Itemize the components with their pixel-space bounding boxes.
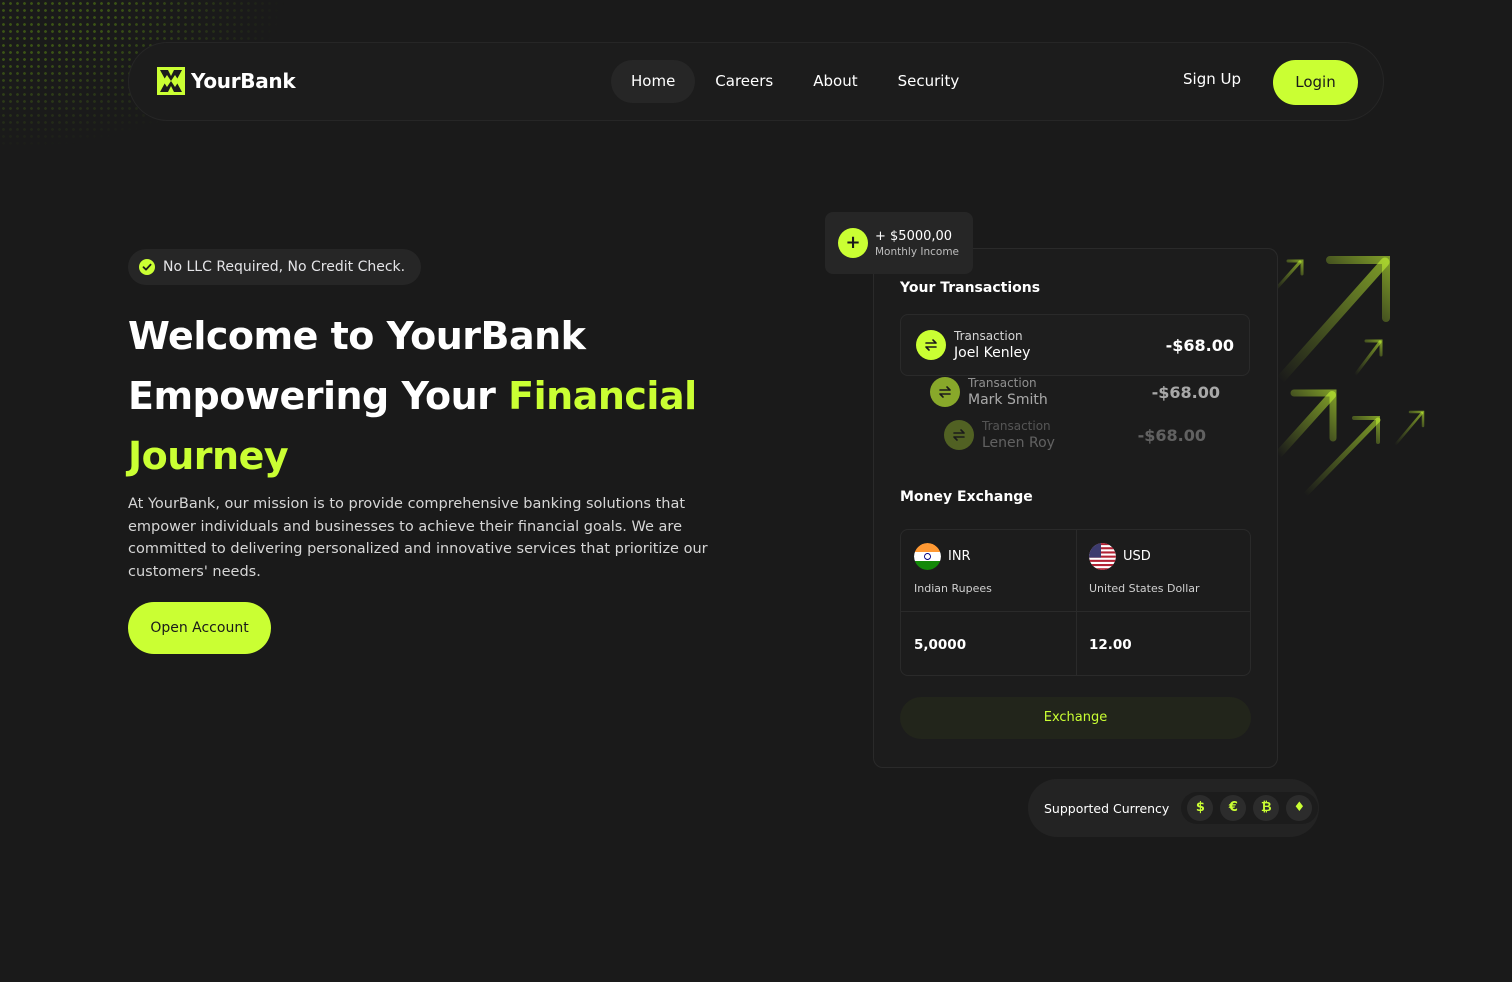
from-currency-code: INR: [948, 549, 971, 564]
supported-currency-pill: Supported Currency $ € ₿ ♦: [1028, 779, 1319, 837]
usa-flag-icon: [1089, 543, 1116, 570]
from-currency-name: Indian Rupees: [914, 582, 992, 595]
navbar: YourBank Home Careers About Security Sig…: [128, 42, 1384, 121]
income-amount: + $5000,00: [875, 228, 953, 244]
sign-up-link[interactable]: Sign Up: [1183, 70, 1241, 88]
transaction-item[interactable]: Transaction Joel Kenley -$68.00: [900, 314, 1250, 376]
ethereum-icon: ♦: [1286, 795, 1313, 821]
money-exchange-title: Money Exchange: [900, 489, 1033, 505]
yourbank-logo-icon: [157, 67, 185, 95]
nav-links: Home Careers About Security: [611, 60, 979, 103]
page: YourBank Home Careers About Security Sig…: [0, 0, 1512, 982]
logo-text: YourBank: [191, 69, 296, 93]
transaction-label: Transaction: [982, 419, 1051, 433]
currency-icons: $ € ₿ ♦: [1181, 792, 1319, 824]
transaction-amount: -$68.00: [1151, 382, 1220, 402]
transaction-label: Transaction: [968, 376, 1037, 390]
transactions-title: Your Transactions: [900, 280, 1041, 296]
plus-icon: +: [838, 228, 868, 258]
transaction-amount: -$68.00: [1165, 335, 1234, 355]
nav-about[interactable]: About: [793, 60, 877, 103]
hero-title-line1: Welcome to YourBank: [128, 314, 586, 358]
hero-title-line3: Journey: [128, 434, 289, 478]
to-currency-name: United States Dollar: [1089, 582, 1200, 595]
dollar-icon: $: [1187, 795, 1214, 821]
exchange-button[interactable]: Exchange: [900, 697, 1251, 739]
nav-security[interactable]: Security: [878, 60, 980, 103]
monthly-income-card: + + $5000,00 Monthly Income: [825, 212, 973, 274]
to-currency-code: USD: [1123, 549, 1151, 564]
logo[interactable]: YourBank: [157, 67, 296, 95]
nav-home[interactable]: Home: [611, 60, 696, 103]
hero-description: At YourBank, our mission is to provide c…: [128, 496, 708, 580]
divider: [901, 611, 1250, 612]
hero-badge: No LLC Required, No Credit Check.: [128, 249, 422, 285]
badge-text: No LLC Required, No Credit Check.: [163, 259, 406, 275]
exchange-box: INR Indian Rupees USD United States Doll…: [900, 529, 1251, 676]
to-amount-input[interactable]: 12.00: [1089, 637, 1132, 653]
from-amount-input[interactable]: 5,0000: [914, 637, 966, 653]
transaction-label: Transaction: [954, 329, 1023, 343]
supported-currency-label: Supported Currency: [1044, 800, 1170, 816]
india-flag-icon: [914, 543, 941, 570]
hero-title: Welcome to YourBank Empowering Your Fina…: [128, 306, 768, 486]
euro-icon: €: [1220, 795, 1247, 821]
open-account-button[interactable]: Open Account: [128, 602, 271, 654]
transaction-name: Joel Kenley: [954, 345, 1031, 361]
transaction-amount: -$68.00: [1137, 425, 1206, 445]
transaction-name: Mark Smith: [968, 392, 1048, 408]
check-circle-icon: [139, 259, 155, 275]
growth-arrows-icon: [1273, 256, 1425, 498]
hero-title-line2: Empowering Your: [128, 374, 509, 418]
transfer-icon: [916, 330, 946, 360]
nav-careers[interactable]: Careers: [695, 60, 793, 103]
to-currency-selector[interactable]: USD United States Dollar: [1089, 543, 1200, 595]
transaction-name: Lenen Roy: [982, 435, 1055, 451]
divider: [1076, 530, 1077, 675]
transfer-icon: [930, 377, 960, 407]
from-currency-selector[interactable]: INR Indian Rupees: [914, 543, 992, 595]
bitcoin-icon: ₿: [1253, 795, 1280, 821]
income-label: Monthly Income: [875, 245, 960, 258]
login-button[interactable]: Login: [1273, 60, 1358, 105]
transfer-icon: [944, 420, 974, 450]
hero-title-accent: Financial: [508, 374, 697, 418]
